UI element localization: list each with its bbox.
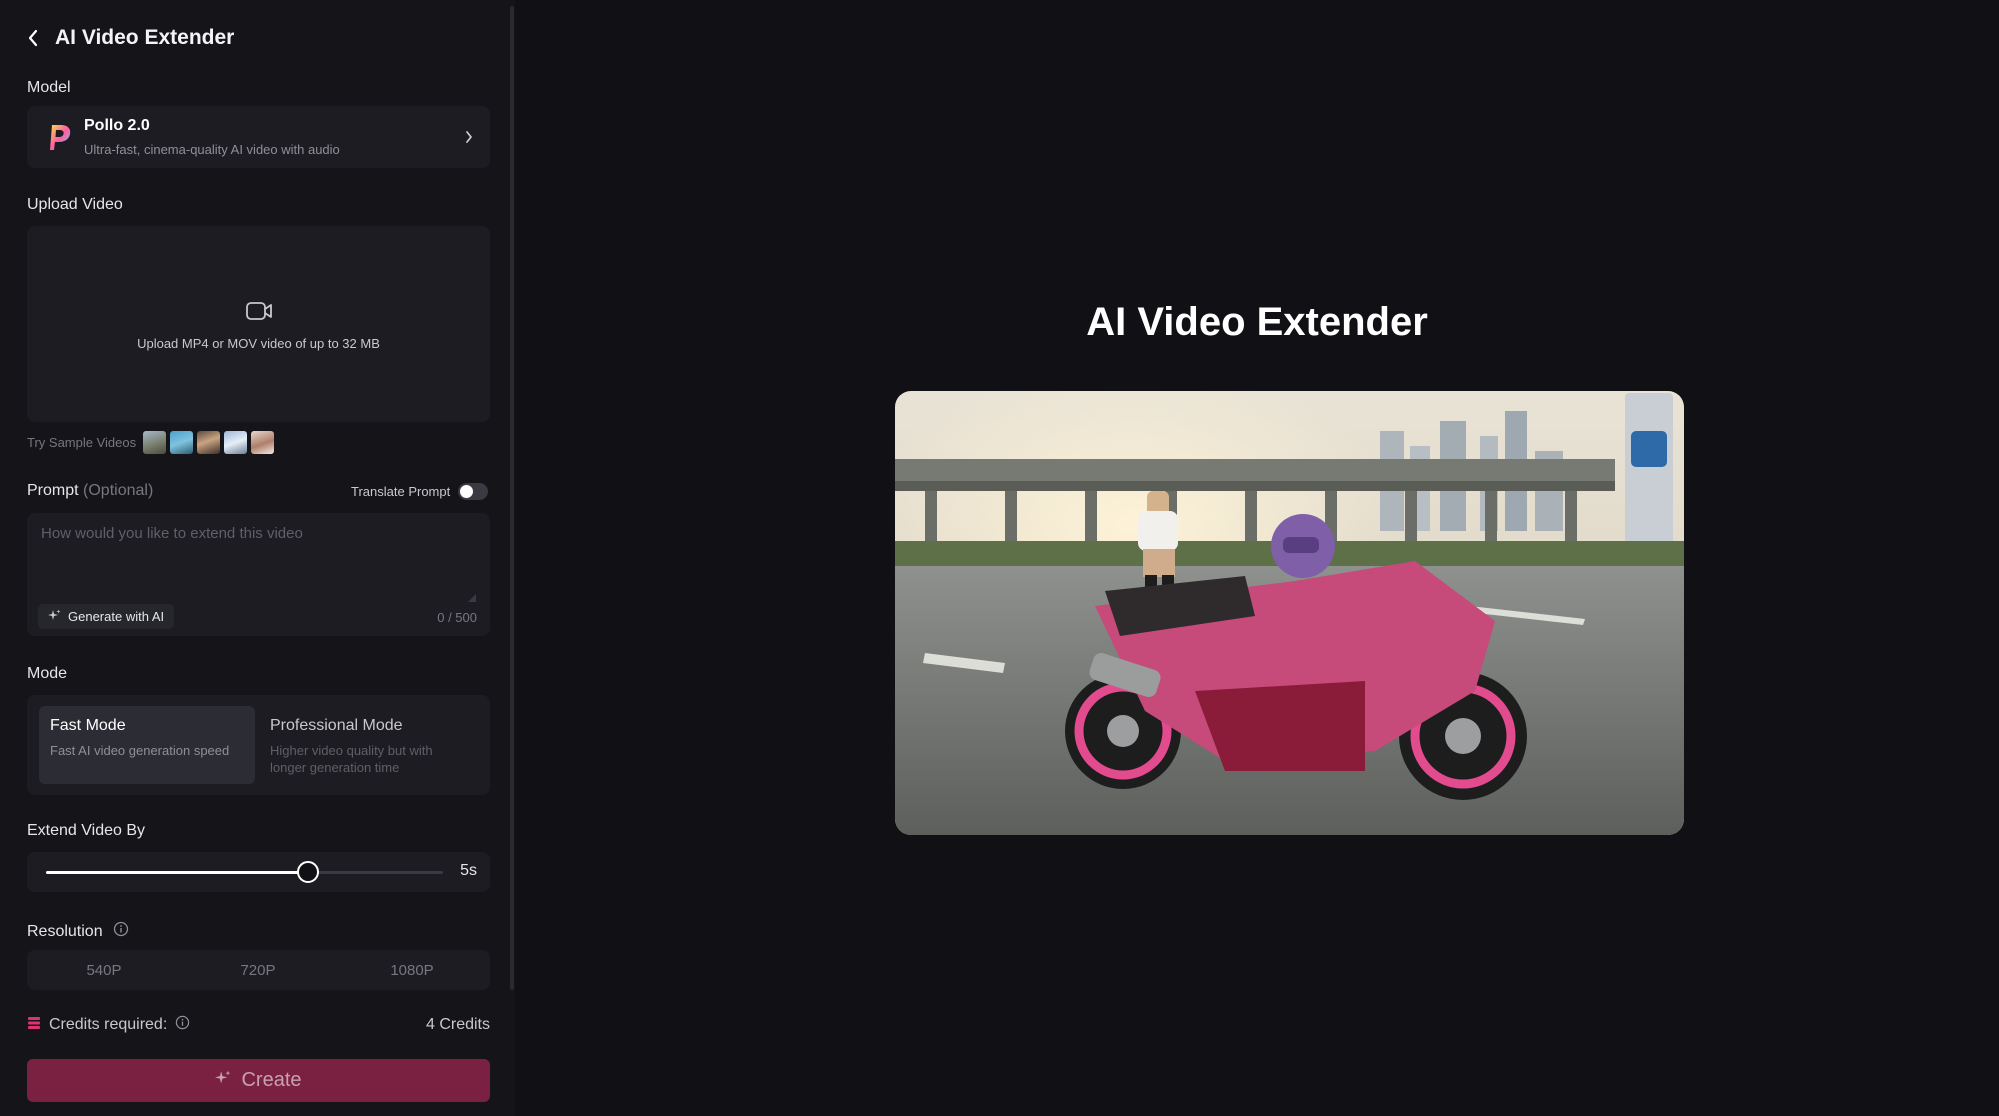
resolution-option-1080p[interactable]: 1080P: [339, 954, 485, 986]
mode-option-description: Higher video quality but with longer gen…: [270, 743, 433, 775]
info-icon[interactable]: [113, 921, 129, 942]
sparkle-icon: [48, 609, 61, 625]
resolution-selector: 540P 720P 1080P: [27, 950, 490, 990]
sample-video-thumbnail[interactable]: [143, 431, 167, 454]
sample-video-thumbnail[interactable]: [197, 431, 221, 454]
credits-value: 4 Credits: [425, 1016, 490, 1033]
video-preview[interactable]: [895, 391, 1684, 835]
mode-option-title: Professional Mode: [270, 717, 403, 734]
sample-videos: Try Sample Videos: [27, 431, 275, 454]
extend-slider-track[interactable]: [46, 861, 443, 883]
back-chevron-left-icon[interactable]: [27, 28, 41, 48]
extend-label: Extend Video By: [27, 822, 146, 839]
pollo-logo-icon: [41, 120, 75, 154]
mode-option-description: Fast AI video generation speed: [50, 743, 230, 758]
model-label: Model: [27, 79, 71, 96]
resolution-label-row: Resolution: [27, 921, 129, 942]
sparkle-icon: [215, 1069, 231, 1092]
upload-label: Upload Video: [27, 196, 123, 213]
generate-with-ai-button[interactable]: Generate with AI: [38, 604, 175, 629]
video-upload-dropzone[interactable]: Upload MP4 or MOV video of up to 32 MB: [27, 226, 490, 422]
extend-slider-fill: [46, 871, 309, 874]
mode-option-title: Fast Mode: [50, 717, 126, 734]
extend-slider-card: 5s: [27, 852, 490, 892]
sample-video-thumbnail[interactable]: [170, 431, 194, 454]
mode-selector: Fast Mode Fast AI video generation speed…: [27, 695, 490, 795]
mode-label: Mode: [27, 665, 68, 682]
sample-videos-label: Try Sample Videos: [27, 435, 137, 450]
prompt-char-counter: 0 / 500: [437, 610, 477, 625]
model-description: Ultra-fast, cinema-quality AI video with…: [84, 142, 340, 157]
mode-option-professional[interactable]: Professional Mode Higher video quality b…: [259, 706, 475, 784]
credits-icon: [27, 1016, 41, 1035]
main-title: AI Video Extender: [1086, 300, 1428, 344]
resize-handle-icon[interactable]: [468, 589, 476, 602]
prompt-label-text: Prompt: [27, 482, 79, 499]
extend-value: 5s: [460, 862, 477, 879]
prompt-box: Generate with AI 0 / 500: [27, 513, 490, 636]
create-button[interactable]: Create: [27, 1059, 490, 1102]
mode-option-fast[interactable]: Fast Mode Fast AI video generation speed: [39, 706, 255, 784]
resolution-label: Resolution: [27, 922, 103, 940]
sidebar-scrollbar[interactable]: [510, 6, 514, 990]
sidebar-title: AI Video Extender: [55, 26, 235, 49]
model-selector[interactable]: Pollo 2.0 Ultra-fast, cinema-quality AI …: [27, 106, 490, 168]
credits-row: Credits required: 4 Credits: [27, 1015, 490, 1035]
video-preview-image: [895, 391, 1684, 835]
generate-with-ai-label: Generate with AI: [68, 609, 165, 624]
sample-video-thumbnail[interactable]: [224, 431, 248, 454]
sidebar: AI Video Extender Model Pollo 2.0 Ultra-…: [0, 0, 515, 1116]
video-camera-icon: [245, 300, 273, 322]
resolution-option-540p[interactable]: 540P: [31, 954, 177, 986]
create-button-label: Create: [241, 1069, 302, 1091]
extend-slider-thumb[interactable]: [297, 861, 320, 883]
translate-prompt-label: Translate Prompt: [351, 484, 451, 499]
credits-label: Credits required:: [49, 1016, 168, 1033]
prompt-label: Prompt (Optional): [27, 482, 153, 500]
sidebar-header: AI Video Extender: [27, 26, 234, 50]
translate-prompt: Translate Prompt: [351, 483, 489, 500]
model-name: Pollo 2.0: [84, 117, 150, 134]
prompt-optional-text: (Optional): [83, 482, 154, 499]
translate-prompt-toggle[interactable]: [458, 483, 489, 500]
chevron-right-icon: [464, 129, 474, 145]
resolution-option-720p[interactable]: 720P: [185, 954, 331, 986]
info-icon[interactable]: [175, 1015, 190, 1035]
upload-hint: Upload MP4 or MOV video of up to 32 MB: [137, 336, 380, 351]
sample-video-thumbnail[interactable]: [251, 431, 275, 454]
prompt-input[interactable]: [39, 523, 473, 585]
